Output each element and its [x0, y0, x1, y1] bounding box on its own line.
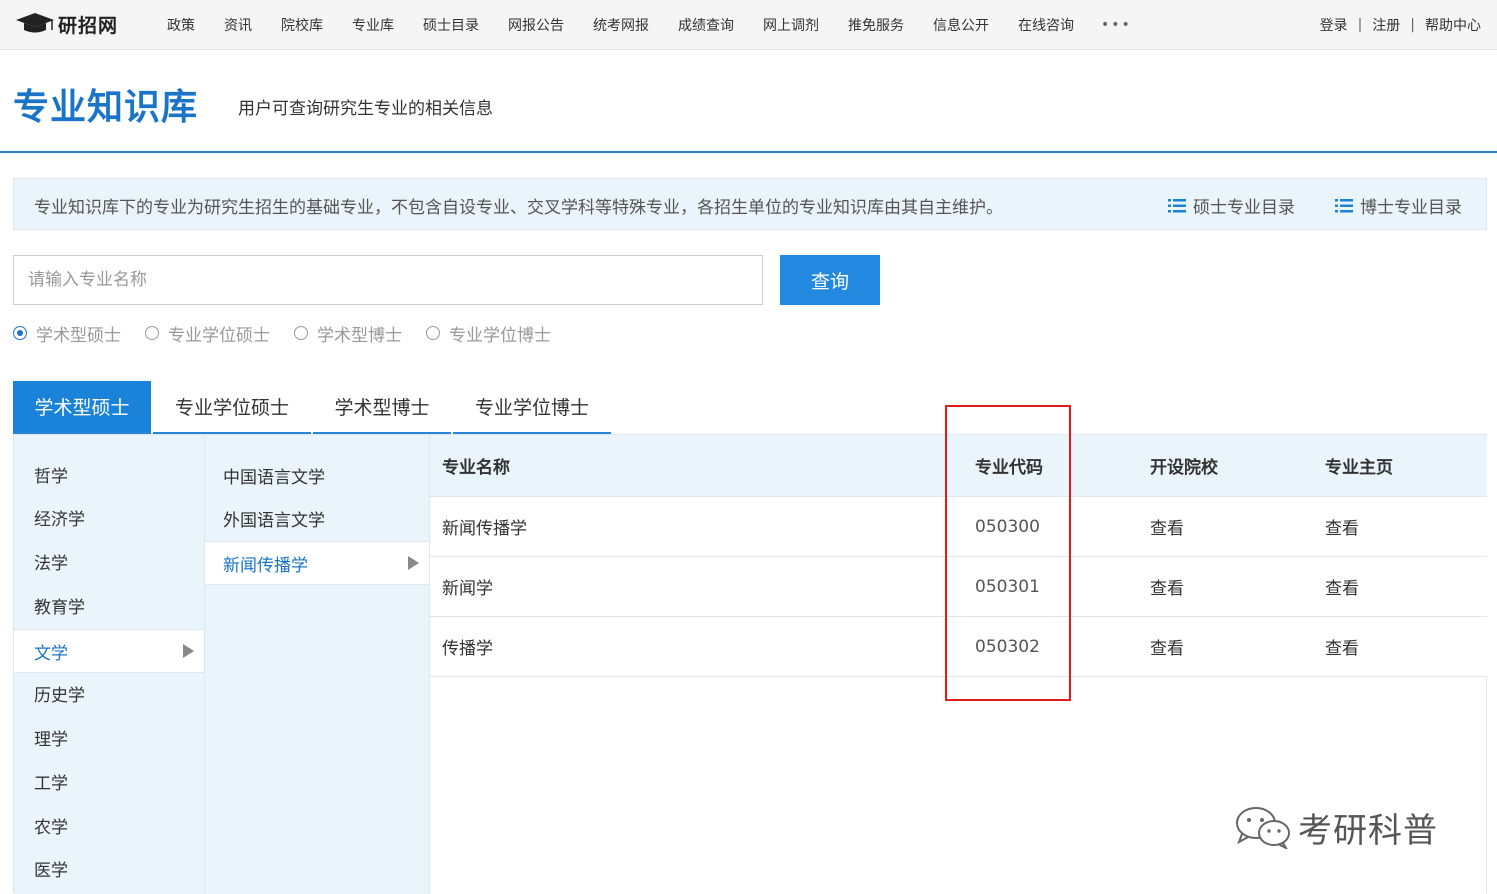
radio-label: 专业学位博士: [449, 325, 551, 346]
nav-item-exam-registration[interactable]: 统考网报: [593, 15, 649, 35]
notice-bar: 专业知识库下的专业为研究生招生的基础专业，不包含自设专业、交叉学科等特殊专业，各…: [13, 178, 1487, 230]
nav-item-registration-notice[interactable]: 网报公告: [508, 15, 564, 35]
category-literature[interactable]: 文学: [14, 629, 204, 673]
category-education[interactable]: 教育学: [14, 584, 204, 627]
radio-label: 学术型博士: [317, 325, 402, 346]
header-homepage: 专业主页: [1325, 458, 1393, 478]
page-header: 专业知识库 用户可查询研究生专业的相关信息: [0, 50, 1497, 153]
tab-academic-master[interactable]: 学术型硕士: [13, 381, 151, 434]
view-homepage-link[interactable]: 查看: [1325, 557, 1359, 616]
master-catalog-link[interactable]: 硕士专业目录: [1168, 193, 1295, 218]
tab-professional-master[interactable]: 专业学位硕士: [153, 381, 311, 434]
radio-label: 专业学位硕士: [168, 325, 270, 346]
major-name: 传播学: [442, 639, 493, 659]
view-homepage-link[interactable]: 查看: [1325, 497, 1359, 556]
category-list: 哲学 经济学 法学 教育学 文学 历史学 理学 工学 农学 医学: [14, 435, 204, 894]
category-medicine[interactable]: 医学: [14, 847, 204, 890]
category-history[interactable]: 历史学: [14, 672, 204, 715]
view-homepage-link[interactable]: 查看: [1325, 617, 1359, 676]
radio-professional-doctor[interactable]: 专业学位博士: [426, 321, 551, 346]
category-agriculture[interactable]: 农学: [14, 804, 204, 847]
subcategory-list: 中国语言文学 外国语言文学 新闻传播学: [204, 435, 430, 894]
list-icon: [1335, 198, 1353, 212]
search-button[interactable]: 查询: [780, 255, 880, 305]
subcategory-foreign[interactable]: 外国语言文学: [205, 496, 429, 540]
category-label: 文学: [34, 643, 68, 664]
account-links: 登录 | 注册 | 帮助中心: [1320, 0, 1481, 50]
category-law[interactable]: 法学: [14, 540, 204, 583]
view-schools-link[interactable]: 查看: [1150, 497, 1184, 556]
notice-text: 专业知识库下的专业为研究生招生的基础专业，不包含自设专业、交叉学科等特殊专业，各…: [34, 198, 1003, 218]
wechat-icon: [1236, 807, 1290, 849]
search-input[interactable]: [13, 255, 763, 305]
radio-unchecked-icon: [426, 326, 440, 340]
nav-item-adjustment[interactable]: 网上调剂: [763, 15, 819, 35]
main-nav: 政策 资讯 院校库 专业库 硕士目录 网报公告 统考网报 成绩查询 网上调剂 推…: [167, 0, 1132, 50]
radio-academic-master[interactable]: 学术型硕士: [13, 321, 121, 346]
arrow-right-icon: [183, 644, 194, 658]
tab-professional-doctor[interactable]: 专业学位博士: [453, 381, 611, 434]
radio-label: 学术型硕士: [36, 325, 121, 346]
separator: |: [1357, 17, 1363, 33]
view-schools-link[interactable]: 查看: [1150, 557, 1184, 616]
master-catalog-label: 硕士专业目录: [1193, 198, 1295, 218]
major-name: 新闻学: [442, 579, 493, 599]
subcategory-journalism[interactable]: 新闻传播学: [205, 541, 429, 585]
nav-item-master-catalog[interactable]: 硕士目录: [423, 15, 479, 35]
doctor-catalog-label: 博士专业目录: [1360, 198, 1462, 218]
radio-unchecked-icon: [145, 326, 159, 340]
register-link[interactable]: 注册: [1372, 15, 1400, 35]
separator: |: [1410, 17, 1415, 33]
watermark-text: 考研科普: [1298, 810, 1438, 851]
radio-checked-icon: [13, 326, 27, 340]
graduation-cap-icon: [16, 13, 54, 33]
radio-unchecked-icon: [294, 326, 308, 340]
view-schools-link[interactable]: 查看: [1150, 617, 1184, 676]
major-name: 新闻传播学: [442, 519, 527, 539]
category-science[interactable]: 理学: [14, 716, 204, 759]
nav-item-score-query[interactable]: 成绩查询: [678, 15, 734, 35]
degree-tabs: 学术型硕士 专业学位硕士 学术型博士 专业学位博士: [13, 381, 613, 434]
site-logo[interactable]: 研招网: [14, 10, 118, 38]
radio-professional-master[interactable]: 专业学位硕士: [145, 321, 270, 346]
nav-item-majors[interactable]: 专业库: [352, 15, 394, 35]
header-major-name: 专业名称: [442, 458, 510, 478]
code-column-highlight: [945, 405, 1071, 701]
page-subtitle: 用户可查询研究生专业的相关信息: [238, 99, 493, 119]
radio-academic-doctor[interactable]: 学术型博士: [294, 321, 402, 346]
doctor-catalog-link[interactable]: 博士专业目录: [1335, 193, 1462, 218]
nav-item-news[interactable]: 资讯: [224, 15, 252, 35]
tab-academic-doctor[interactable]: 学术型博士: [313, 381, 451, 434]
degree-type-radios: 学术型硕士 专业学位硕士 学术型博士 专业学位博士: [13, 321, 575, 346]
category-economics[interactable]: 经济学: [14, 496, 204, 539]
nav-item-recommendation[interactable]: 推免服务: [848, 15, 904, 35]
subcategory-label: 新闻传播学: [223, 555, 308, 576]
nav-item-online-consult[interactable]: 在线咨询: [1018, 15, 1074, 35]
help-center-link[interactable]: 帮助中心: [1425, 15, 1481, 35]
top-bar: 研招网 政策 资讯 院校库 专业库 硕士目录 网报公告 统考网报 成绩查询 网上…: [0, 0, 1497, 50]
list-icon: [1168, 198, 1186, 212]
header-schools: 开设院校: [1150, 458, 1218, 478]
category-engineering[interactable]: 工学: [14, 760, 204, 803]
arrow-right-icon: [408, 556, 419, 570]
more-menu-icon[interactable]: •••: [1101, 17, 1132, 33]
nav-item-disclosure[interactable]: 信息公开: [933, 15, 989, 35]
watermark: 考研科普: [1234, 804, 1438, 851]
nav-item-schools[interactable]: 院校库: [281, 15, 323, 35]
subcategory-chinese[interactable]: 中国语言文学: [205, 453, 429, 497]
nav-item-policy[interactable]: 政策: [167, 15, 195, 35]
category-philosophy[interactable]: 哲学: [14, 453, 204, 496]
logo-text: 研招网: [58, 14, 119, 37]
login-link[interactable]: 登录: [1320, 15, 1348, 35]
page-title: 专业知识库: [13, 87, 199, 128]
